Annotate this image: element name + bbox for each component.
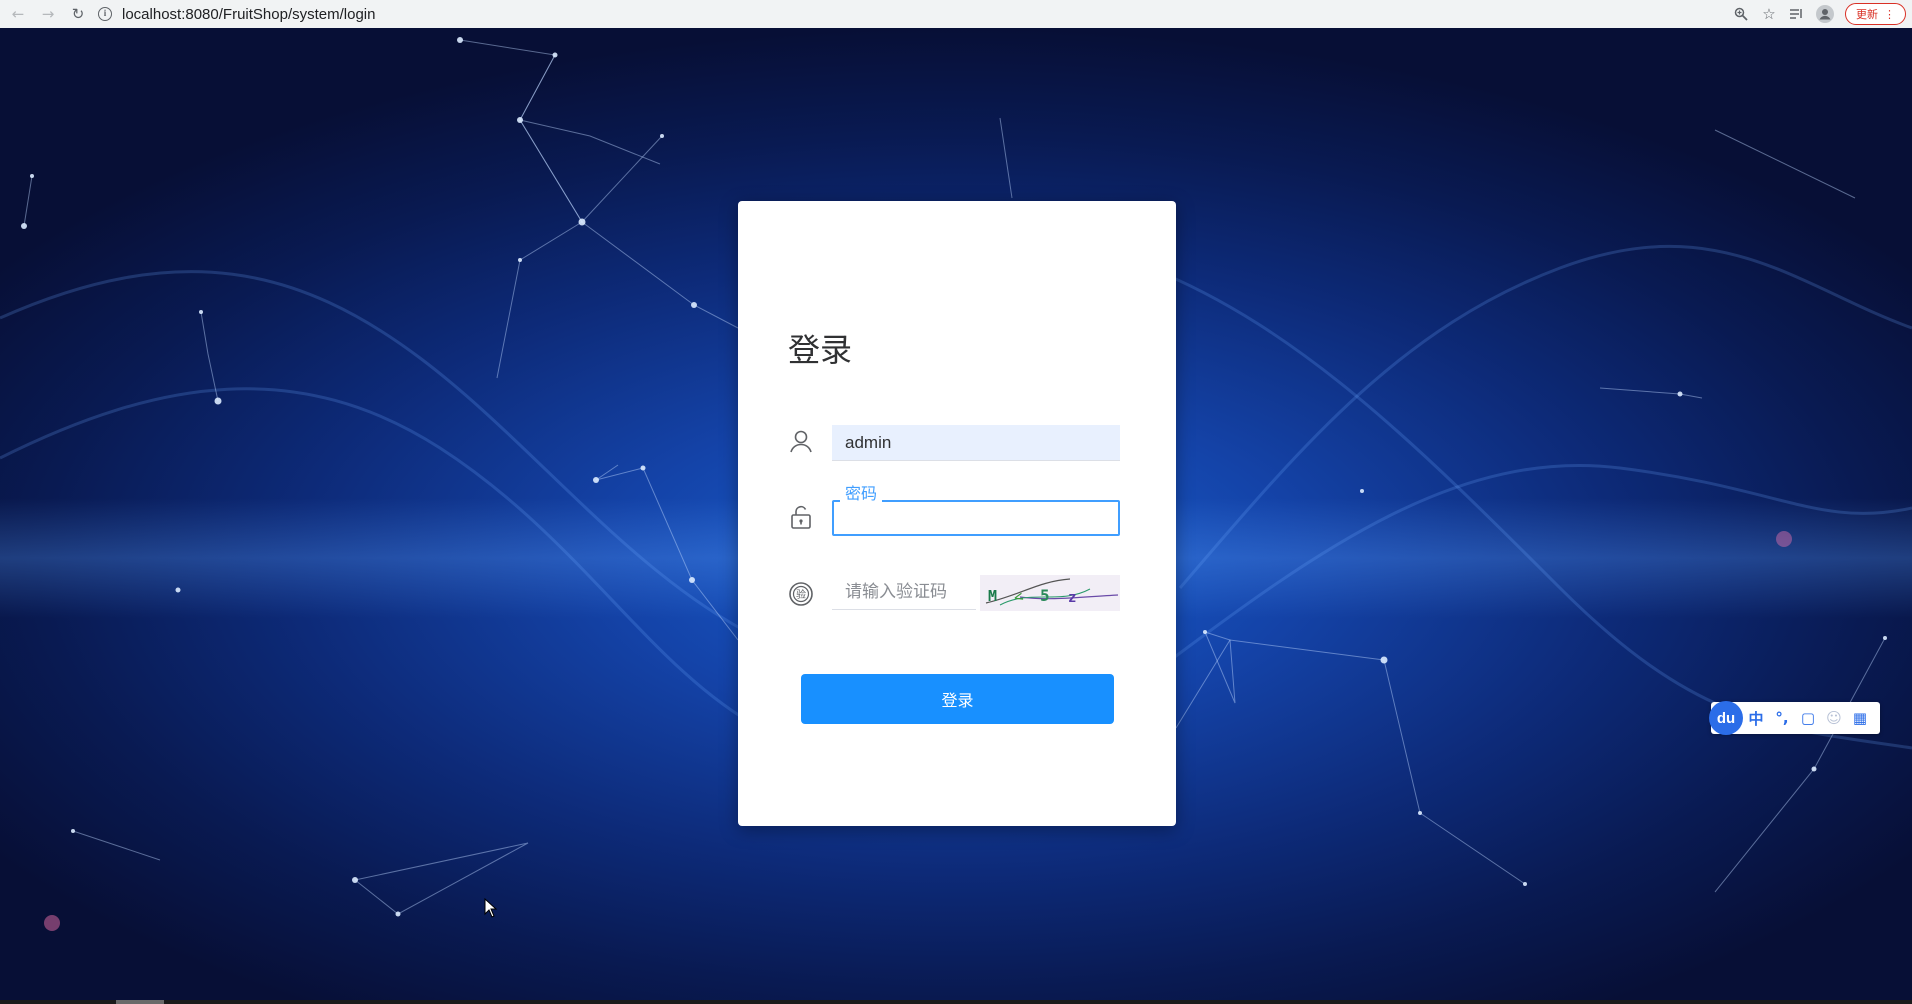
forward-icon[interactable]: → xyxy=(36,2,60,26)
browser-toolbar: ← → ↻ i localhost:8080/FruitShop/system/… xyxy=(0,0,1912,28)
login-card: 登录 密码 验 M < 5 z 登录 xyxy=(738,201,1176,826)
password-label: 密码 xyxy=(840,480,883,504)
horizontal-scrollbar[interactable] xyxy=(0,1000,1912,1004)
ime-punctuation[interactable]: °, xyxy=(1769,705,1795,731)
svg-text:验: 验 xyxy=(796,588,806,601)
svg-text:z: z xyxy=(1068,590,1076,606)
info-icon[interactable]: i xyxy=(98,7,112,21)
reload-icon[interactable]: ↻ xyxy=(66,2,90,26)
ime-keyboard-icon[interactable]: ▢ xyxy=(1795,705,1821,731)
password-field[interactable]: 密码 xyxy=(832,480,1120,536)
lock-icon xyxy=(788,504,814,530)
mouse-cursor-icon xyxy=(484,897,498,922)
update-button[interactable]: 更新 ⋮ xyxy=(1845,3,1906,25)
address-bar[interactable]: i localhost:8080/FruitShop/system/login xyxy=(98,3,375,25)
url-text[interactable]: localhost:8080/FruitShop/system/login xyxy=(122,6,375,23)
captcha-input[interactable] xyxy=(832,574,976,610)
svg-text:5: 5 xyxy=(1040,586,1050,605)
scrollbar-thumb[interactable] xyxy=(116,1000,164,1004)
star-icon[interactable]: ☆ xyxy=(1755,0,1783,28)
login-button[interactable]: 登录 xyxy=(801,674,1114,724)
svg-text:M: M xyxy=(988,587,997,605)
menu-icon: ⋮ xyxy=(1884,7,1895,21)
captcha-icon: 验 xyxy=(788,581,814,607)
user-icon xyxy=(788,428,814,454)
update-label: 更新 xyxy=(1856,8,1878,21)
back-icon[interactable]: ← xyxy=(6,2,30,26)
captcha-field[interactable] xyxy=(832,574,976,610)
captcha-image[interactable]: M < 5 z xyxy=(980,575,1120,611)
username-input[interactable] xyxy=(832,425,1120,461)
baidu-ime-logo[interactable]: du xyxy=(1709,701,1743,735)
zoom-icon[interactable] xyxy=(1727,0,1755,28)
password-input[interactable] xyxy=(832,500,1120,536)
profile-icon[interactable] xyxy=(1811,0,1839,28)
username-field[interactable] xyxy=(832,425,1120,461)
login-title: 登录 xyxy=(788,331,853,369)
ime-user-icon[interactable]: ☺ xyxy=(1821,705,1847,731)
reading-list-icon[interactable] xyxy=(1783,0,1811,28)
ime-toolbar: du 中 °, ▢ ☺ ▦ xyxy=(1709,701,1880,735)
ime-chinese-mode[interactable]: 中 xyxy=(1743,705,1769,731)
ime-grid-icon[interactable]: ▦ xyxy=(1847,705,1873,731)
